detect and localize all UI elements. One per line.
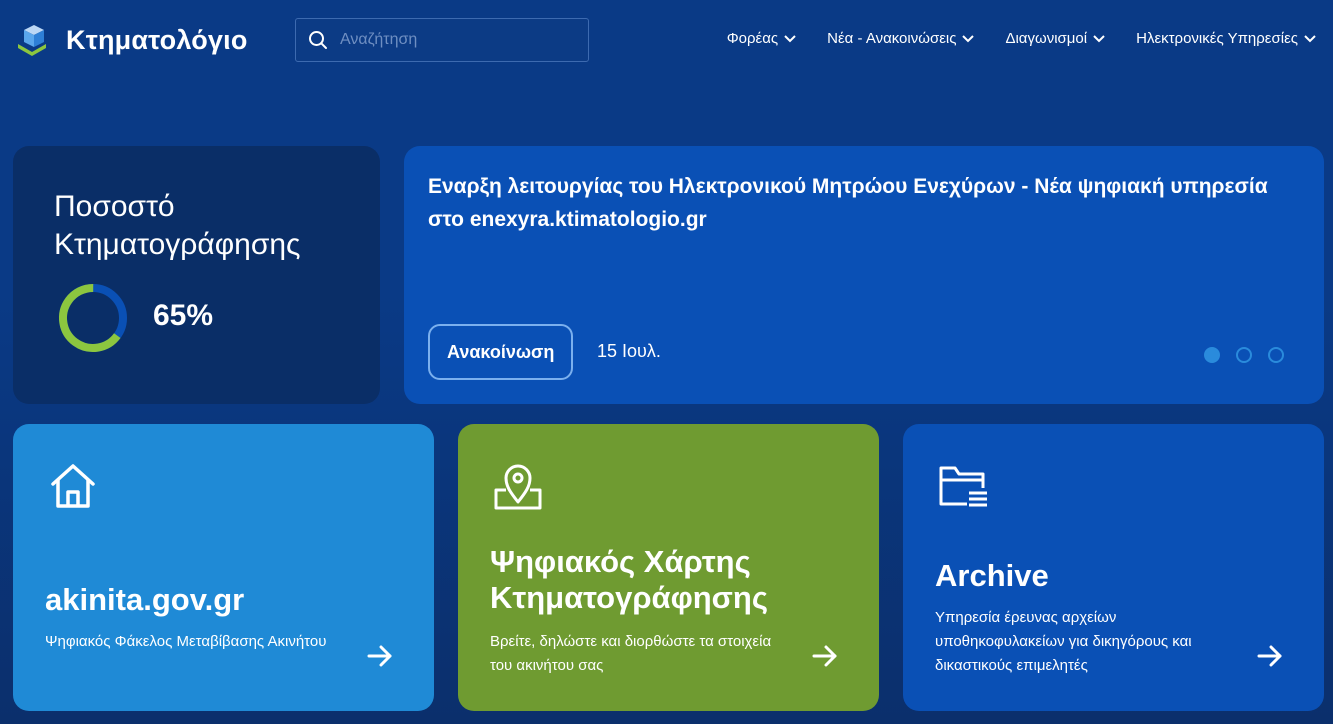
folder-list-icon — [939, 466, 987, 507]
carousel-dot[interactable] — [1236, 347, 1252, 363]
home-icon — [51, 464, 95, 508]
service-card-digital-map[interactable]: Ψηφιακός Χάρτης Κτηματογράφησης Βρείτε, … — [458, 424, 879, 711]
news-category-badge[interactable]: Ανακοίνωση — [428, 324, 574, 380]
carousel-dots — [1188, 347, 1284, 363]
map-pin-icon — [494, 464, 542, 510]
news-carousel: Εναρξη λειτουργίας του Ηλεκτρονικού Μητρ… — [404, 146, 1324, 404]
carousel-dot[interactable] — [1268, 347, 1284, 363]
chevron-down-icon — [1304, 34, 1316, 42]
cadastre-progress-card: Ποσοστό Κτηματογράφησης 65% — [13, 146, 380, 404]
news-title[interactable]: Εναρξη λειτουργίας του Ηλεκτρονικού Μητρ… — [428, 170, 1308, 236]
service-description: Βρείτε, δηλώστε και διορθώστε τα στοιχεί… — [490, 633, 772, 674]
stat-title-line: Ποσοστό — [54, 190, 175, 223]
site-logo[interactable]: Κτηματολόγιο — [12, 22, 248, 58]
chevron-down-icon — [784, 34, 796, 42]
nav-item-news[interactable]: Νέα - Ανακοινώσεις — [827, 30, 975, 47]
stat-title-line: Κτηματογράφησης — [54, 228, 301, 261]
nav-item-label: Φορέας — [726, 30, 779, 47]
service-card-akinita[interactable]: akinita.gov.gr Ψηφιακός Φάκελος Μεταβίβα… — [13, 424, 434, 711]
nav-item-label: Διαγωνισμοί — [1005, 30, 1088, 47]
arrow-right-icon — [367, 645, 392, 667]
nav-item-tenders[interactable]: Διαγωνισμοί — [1005, 30, 1106, 47]
news-date: 15 Ιουλ. — [597, 341, 661, 361]
arrow-right-icon — [1257, 645, 1282, 667]
service-description: Υπηρεσία έρευνας αρχείων υποθηκοφυλακείω… — [935, 609, 1192, 674]
arrow-right-icon — [812, 645, 837, 667]
chevron-down-icon — [962, 34, 975, 42]
search-box[interactable] — [295, 18, 589, 62]
nav-item-label: Ηλεκτρονικές Υπηρεσίες — [1136, 30, 1298, 47]
progress-donut — [59, 284, 127, 352]
donut-fill — [59, 284, 127, 352]
service-title: akinita.gov.gr — [45, 582, 245, 617]
main-nav: Φορέας Νέα - Ανακοινώσεις Διαγωνισμοί Ηλ… — [697, 30, 1317, 47]
service-title: Archive — [935, 558, 1049, 593]
logo-text: Κτηματολόγιο — [66, 24, 248, 55]
service-description: Ψηφιακός Φάκελος Μεταβίβασης Ακινήτου — [45, 633, 327, 650]
service-card-archive[interactable]: Archive Υπηρεσία έρευνας αρχείων υποθηκο… — [903, 424, 1324, 711]
carousel-dot[interactable] — [1204, 347, 1220, 363]
stat-value: 65% — [153, 299, 214, 332]
search-icon — [309, 31, 327, 49]
service-title: Ψηφιακός Χάρτης Κτηματογράφησης — [490, 544, 768, 615]
logo-cube-icon — [18, 25, 46, 56]
nav-item-e-services[interactable]: Ηλεκτρονικές Υπηρεσίες — [1136, 30, 1317, 47]
nav-item-label: Νέα - Ανακοινώσεις — [827, 30, 957, 47]
stat-title: Ποσοστό Κτηματογράφησης — [54, 188, 301, 264]
chevron-down-icon — [1093, 34, 1105, 42]
nav-item-foreas[interactable]: Φορέας — [727, 30, 797, 47]
search-input[interactable] — [340, 31, 570, 49]
